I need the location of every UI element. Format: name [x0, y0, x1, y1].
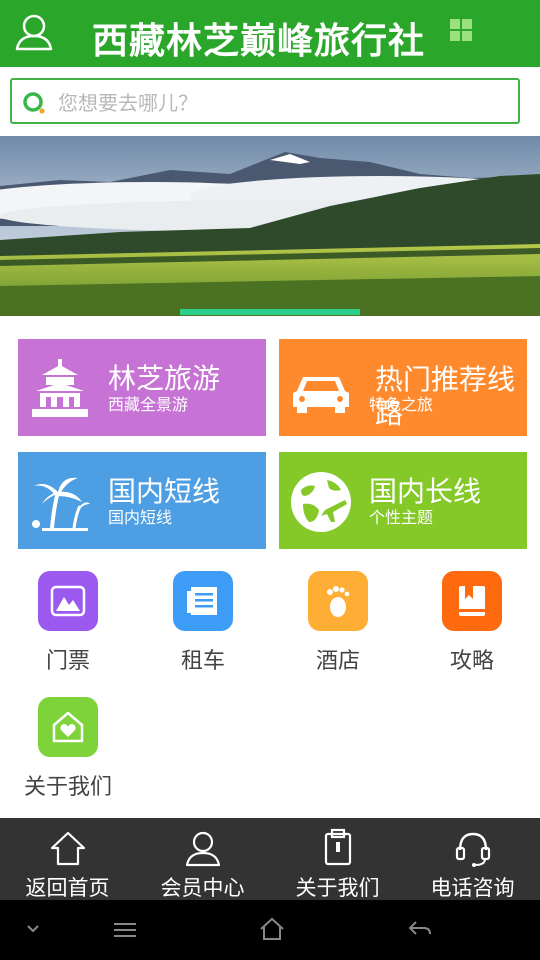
temple-icon [32, 359, 88, 417]
carousel-indicator [180, 309, 360, 315]
quick-link-hotel[interactable]: 酒店 [278, 571, 398, 675]
search-icon [23, 92, 45, 114]
mountain-ticket-icon [50, 585, 86, 617]
footprint-icon [327, 586, 350, 617]
nav-label: 关于我们 [295, 876, 380, 900]
headset-icon [455, 832, 490, 867]
home-outline-icon[interactable] [258, 916, 286, 942]
globe-plane-icon [291, 472, 351, 532]
nav-label: 返回首页 [25, 876, 110, 900]
quick-link-guide[interactable]: 攻略 [412, 571, 532, 675]
tile-subtitle: 特色之旅 [369, 395, 434, 414]
house-heart-icon [52, 711, 84, 743]
nav-label: 会员中心 [160, 876, 245, 900]
nav-item-about-us[interactable]: 关于我们 [270, 818, 405, 900]
menu-icon[interactable] [112, 920, 138, 940]
chevron-down-icon[interactable] [24, 922, 42, 936]
tile-domestic-long[interactable]: 国内长线 个性主题 [279, 452, 527, 549]
quick-link-label: 门票 [45, 649, 90, 674]
quick-link-icon-box [308, 571, 368, 631]
tile-subtitle: 个性主题 [369, 508, 434, 527]
nav-item-phone-consult[interactable]: 电话咨询 [405, 818, 540, 900]
nav-item-home[interactable]: 返回首页 [0, 818, 135, 900]
book-icon [459, 586, 485, 616]
tile-hot-routes[interactable]: 热门推荐线路 特色之旅 [279, 339, 527, 436]
app-header: 西藏林芝巅峰旅行社 [0, 0, 540, 67]
tile-domestic-short[interactable]: 国内短线 国内短线 [18, 452, 266, 549]
document-icon [187, 587, 217, 615]
quick-link-tickets[interactable]: 门票 [8, 571, 128, 675]
quick-link-icon-box [38, 571, 98, 631]
tile-linzhi-tour[interactable]: 林芝旅游 西藏全景游 [18, 339, 266, 436]
nav-label: 电话咨询 [430, 876, 515, 900]
quick-link-label: 关于我们 [23, 775, 112, 800]
banner-carousel[interactable] [0, 136, 540, 316]
system-navigation-bar [0, 900, 540, 960]
clipboard-icon [324, 828, 351, 866]
banner-landscape-image [0, 136, 540, 316]
quick-link-label: 攻略 [449, 649, 494, 674]
app-title: 西藏林芝巅峰旅行社 [92, 21, 426, 62]
search-bar [10, 78, 520, 124]
quick-link-icon-box [173, 571, 233, 631]
quick-link-icon-box [38, 697, 98, 757]
quick-link-about-us[interactable]: 关于我们 [8, 697, 128, 801]
palm-tree-icon [32, 477, 90, 531]
quick-link-icon-box [442, 571, 502, 631]
quick-link-label: 租车 [180, 649, 225, 674]
car-icon [293, 377, 349, 413]
bottom-nav-bar: 返回首页 会员中心 关于我们 电话咨询 [0, 818, 540, 900]
grid-menu-icon[interactable] [450, 19, 472, 41]
quick-link-car-rental[interactable]: 租车 [143, 571, 263, 675]
tile-subtitle: 西藏全景游 [108, 395, 189, 414]
back-icon[interactable] [406, 918, 434, 940]
tile-subtitle: 国内短线 [108, 508, 173, 527]
search-input[interactable] [56, 85, 510, 121]
nav-item-member-center[interactable]: 会员中心 [135, 818, 270, 900]
quick-link-label: 酒店 [315, 649, 360, 674]
user-profile-icon[interactable] [14, 12, 54, 52]
user-icon [185, 831, 220, 867]
home-icon [50, 831, 85, 866]
